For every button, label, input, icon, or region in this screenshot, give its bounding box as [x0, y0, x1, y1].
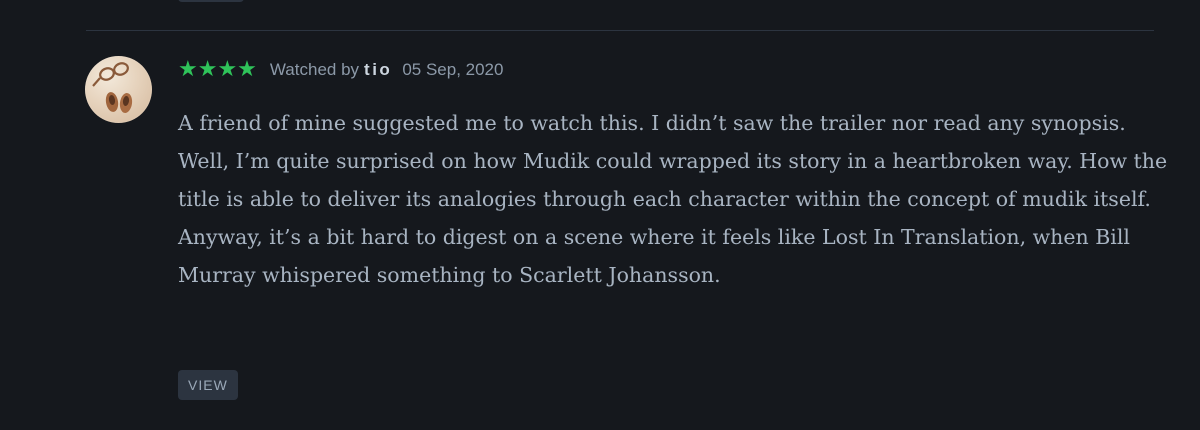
- review-author-link[interactable]: tio: [364, 60, 392, 80]
- view-button[interactable]: VIEW: [178, 370, 238, 400]
- rating-stars: ★★★★: [178, 57, 257, 82]
- review-body: A friend of mine suggested me to watch t…: [178, 111, 1168, 287]
- review-divider: [86, 30, 1154, 31]
- review-date[interactable]: 05 Sep, 2020: [402, 60, 503, 80]
- avatar-photo-icon: [92, 62, 133, 113]
- avatar[interactable]: [85, 56, 152, 123]
- watched-by-label: Watched by: [269, 60, 360, 79]
- review-meta: ★★★★ Watched by tio 05 Sep, 2020: [178, 58, 503, 82]
- previous-view-button[interactable]: [178, 0, 244, 2]
